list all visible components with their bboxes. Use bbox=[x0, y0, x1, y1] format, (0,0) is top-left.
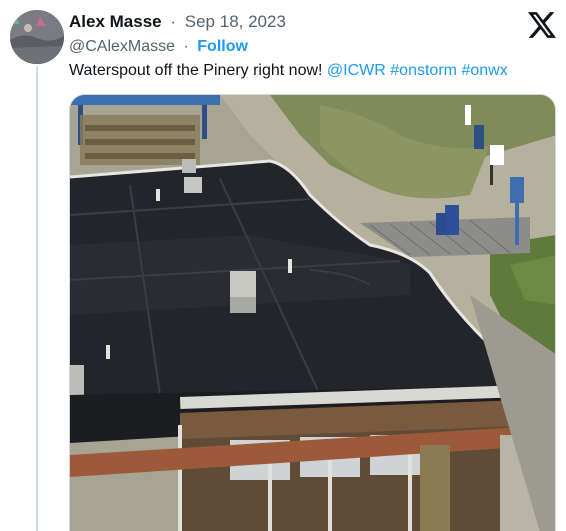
author-name[interactable]: Alex Masse bbox=[69, 12, 162, 31]
handle-row: @CAlexMasse · Follow bbox=[69, 38, 248, 56]
photo-image bbox=[70, 95, 555, 531]
thread-connector-line bbox=[36, 66, 38, 531]
tweet-photo[interactable] bbox=[69, 94, 556, 531]
separator-dot: · bbox=[183, 38, 189, 55]
separator-dot: · bbox=[170, 12, 177, 31]
mention-link[interactable]: @ICWR bbox=[327, 62, 386, 79]
profile-photo-icon bbox=[10, 10, 64, 64]
author-handle[interactable]: @CAlexMasse bbox=[69, 38, 175, 55]
hashtag-link[interactable]: #onstorm bbox=[390, 62, 457, 79]
tweet-header: Alex Masse · Sep 18, 2023 bbox=[69, 12, 286, 32]
tweet-text: Waterspout off the Pinery right now! @IC… bbox=[69, 62, 508, 80]
author-avatar[interactable] bbox=[10, 10, 64, 64]
x-logo-icon[interactable] bbox=[528, 12, 556, 38]
follow-button[interactable]: Follow bbox=[197, 38, 248, 55]
tweet-body: Waterspout off the Pinery right now! bbox=[69, 62, 323, 79]
tweet-date[interactable]: Sep 18, 2023 bbox=[185, 12, 286, 31]
hashtag-link[interactable]: #onwx bbox=[461, 62, 507, 79]
